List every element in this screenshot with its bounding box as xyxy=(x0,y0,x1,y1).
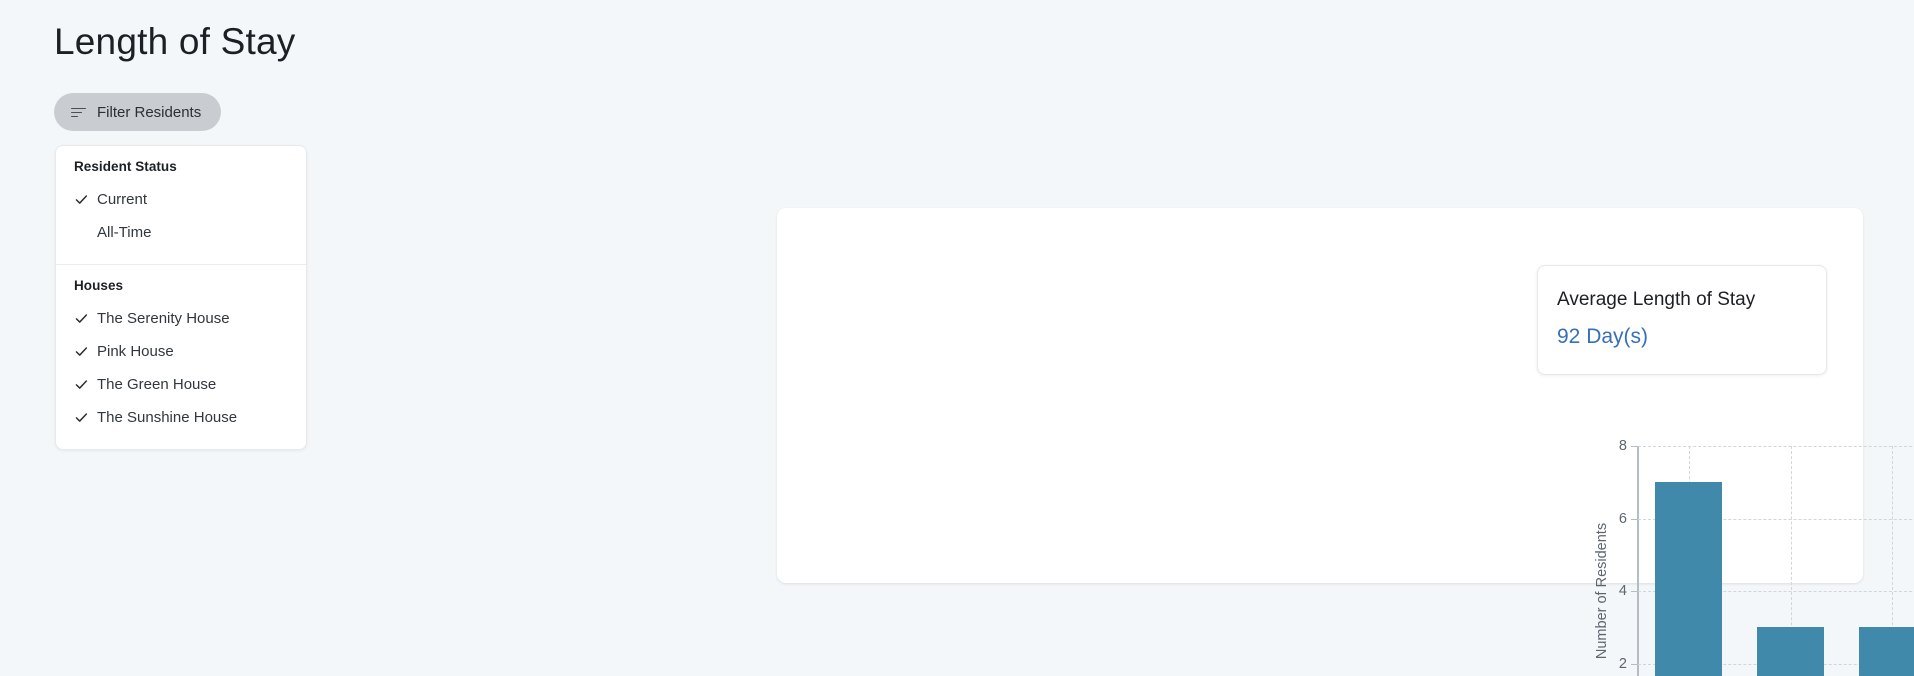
filter-option-the-green-house[interactable]: The Green House xyxy=(56,368,306,401)
filter-section: Resident Status Current All-Time xyxy=(56,146,306,264)
filter-option-label: The Sunshine House xyxy=(97,409,238,426)
y-axis-line xyxy=(1637,446,1639,676)
filter-option-label: Pink House xyxy=(97,343,174,360)
gridline-horizontal xyxy=(1638,446,1914,447)
filter-option-the-serenity-house[interactable]: The Serenity House xyxy=(56,302,306,335)
filter-option-all-time[interactable]: All-Time xyxy=(56,216,306,249)
y-axis-tick-mark xyxy=(1631,446,1638,447)
y-axis-tick-mark xyxy=(1631,591,1638,592)
y-axis-tick-label: 6 xyxy=(1618,510,1627,527)
check-icon xyxy=(74,344,89,359)
y-axis-tick-label: 2 xyxy=(1618,655,1627,672)
filter-option-label: The Serenity House xyxy=(97,310,230,327)
page-title: Length of Stay xyxy=(54,21,296,62)
bar[interactable] xyxy=(1655,482,1723,676)
filter-residents-button[interactable]: Filter Residents xyxy=(54,93,222,131)
filter-option-label: All-Time xyxy=(97,224,152,241)
check-icon xyxy=(74,377,89,392)
y-axis-tick-mark xyxy=(1631,663,1638,665)
y-axis-tick-label: 4 xyxy=(1618,583,1627,599)
filter-lines-icon xyxy=(71,107,86,118)
filter-option-label: The Green House xyxy=(97,376,217,393)
average-length-of-stay-card: Average Length of Stay 92 Day(s) xyxy=(1537,265,1827,375)
average-length-of-stay-value: 92 Day(s) xyxy=(1557,325,1649,348)
filter-option-pink-house[interactable]: Pink House xyxy=(56,335,306,368)
check-icon xyxy=(74,410,89,425)
filter-option-the-sunshine-house[interactable]: The Sunshine House xyxy=(56,401,306,434)
y-axis-title-label: Number of Residents xyxy=(1594,522,1610,660)
filter-option-label: Current xyxy=(97,191,148,208)
y-axis-tick-label: 8 xyxy=(1618,438,1627,454)
bar-chart: 02468≤ 30d30-60d60-90d90d-6m6m-1yr≥ 1yr xyxy=(1619,438,1914,676)
filter-dropdown-panel: Resident Status Current All-Time Houses The … xyxy=(55,145,307,450)
check-icon xyxy=(74,311,89,326)
bar[interactable] xyxy=(1858,627,1914,676)
filter-residents-button-label: Filter Residents xyxy=(97,103,202,121)
filter-section-title: Resident Status xyxy=(74,159,177,174)
bar[interactable] xyxy=(1756,627,1825,676)
y-axis-tick-mark xyxy=(1631,518,1638,520)
check-icon xyxy=(74,192,89,207)
filter-section-title: Houses xyxy=(74,278,124,293)
filter-option-current[interactable]: Current xyxy=(56,183,306,216)
filter-section: Houses The Serenity House Pink House The Gr… xyxy=(56,264,306,449)
average-length-of-stay-title: Average Length of Stay xyxy=(1557,289,1756,310)
